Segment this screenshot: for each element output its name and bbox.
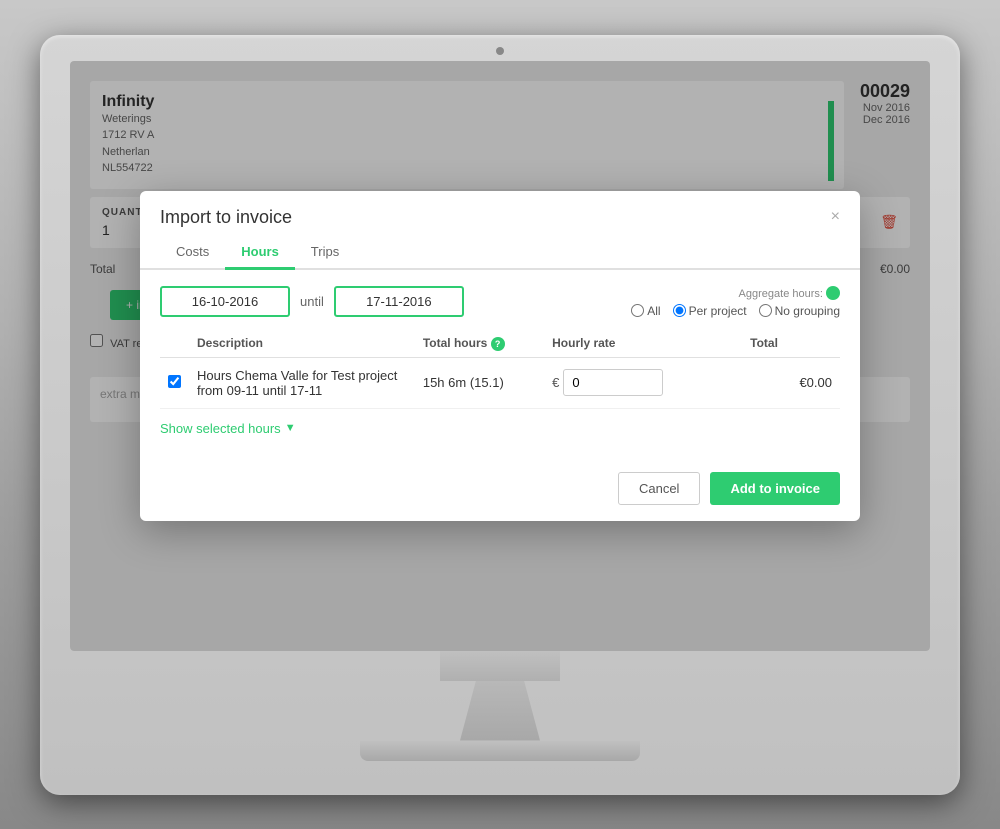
hours-table: Description Total hours ? Hourly rate To… [160,330,840,409]
table-row: Hours Chema Valle for Test project from … [160,357,840,408]
aggregate-all-radio[interactable] [631,304,644,317]
monitor: Infinity Weterings 1712 RV A Netherlan N… [40,35,960,795]
aggregate-options: All Per project No grouping [631,304,840,318]
tab-trips[interactable]: Trips [295,236,355,270]
add-to-invoice-button[interactable]: Add to invoice [710,472,840,505]
table-header: Description Total hours ? Hourly rate To… [160,330,840,358]
monitor-screen: Infinity Weterings 1712 RV A Netherlan N… [70,61,930,651]
total-hours-help-icon[interactable]: ? [491,337,505,351]
date-until-label: until [300,294,324,309]
show-selected-label: Show selected hours [160,421,281,436]
aggregate-help-icon[interactable]: ? [826,286,840,300]
show-selected-hours-link[interactable]: Show selected hours ▼ [160,421,840,436]
tab-costs[interactable]: Costs [160,236,225,270]
col-check-header [160,330,189,358]
aggregate-all-option[interactable]: All [631,304,660,318]
modal-body: until Aggregate hours: ? All [140,270,860,460]
modal-footer: Cancel Add to invoice [140,460,860,521]
col-total-header: Total [742,330,840,358]
row-checkbox-cell [160,357,189,408]
date-to-input[interactable] [334,286,464,317]
row-hourly-rate: € [544,357,742,408]
col-description-header: Description [189,330,415,358]
date-range-row: until Aggregate hours: ? All [160,286,840,318]
col-hours-header: Total hours ? [415,330,544,358]
monitor-stand-neck [460,681,540,741]
date-from-input[interactable] [160,286,290,317]
cancel-button[interactable]: Cancel [618,472,700,505]
monitor-camera [496,47,504,55]
aggregate-no-grouping-radio[interactable] [759,304,772,317]
aggregate-no-grouping-option[interactable]: No grouping [759,304,840,318]
aggregate-per-project-option[interactable]: Per project [673,304,747,318]
modal-close-button[interactable]: × [831,208,840,226]
table-body: Hours Chema Valle for Test project from … [160,357,840,408]
hourly-rate-input[interactable] [563,369,663,396]
tab-hours[interactable]: Hours [225,236,295,270]
row-total-hours: 15h 6m (15.1) [415,357,544,408]
aggregate-label: Aggregate hours: ? [739,286,840,300]
modal-backdrop: Import to invoice × Costs Hours Trips un… [70,61,930,651]
monitor-stand-top [440,651,560,681]
chevron-down-icon: ▼ [285,422,296,434]
modal-tabs: Costs Hours Trips [140,236,860,270]
row-checkbox[interactable] [168,375,181,388]
modal-title: Import to invoice [160,207,292,228]
row-total: €0.00 [742,357,840,408]
aggregate-section: Aggregate hours: ? All Per pr [631,286,840,318]
col-rate-header: Hourly rate [544,330,742,358]
import-modal: Import to invoice × Costs Hours Trips un… [140,191,860,521]
rate-input-wrapper: € [552,369,734,396]
aggregate-per-project-radio[interactable] [673,304,686,317]
row-description: Hours Chema Valle for Test project from … [189,357,415,408]
euro-symbol: € [552,375,559,390]
modal-header: Import to invoice × [140,191,860,228]
monitor-base [360,741,640,761]
